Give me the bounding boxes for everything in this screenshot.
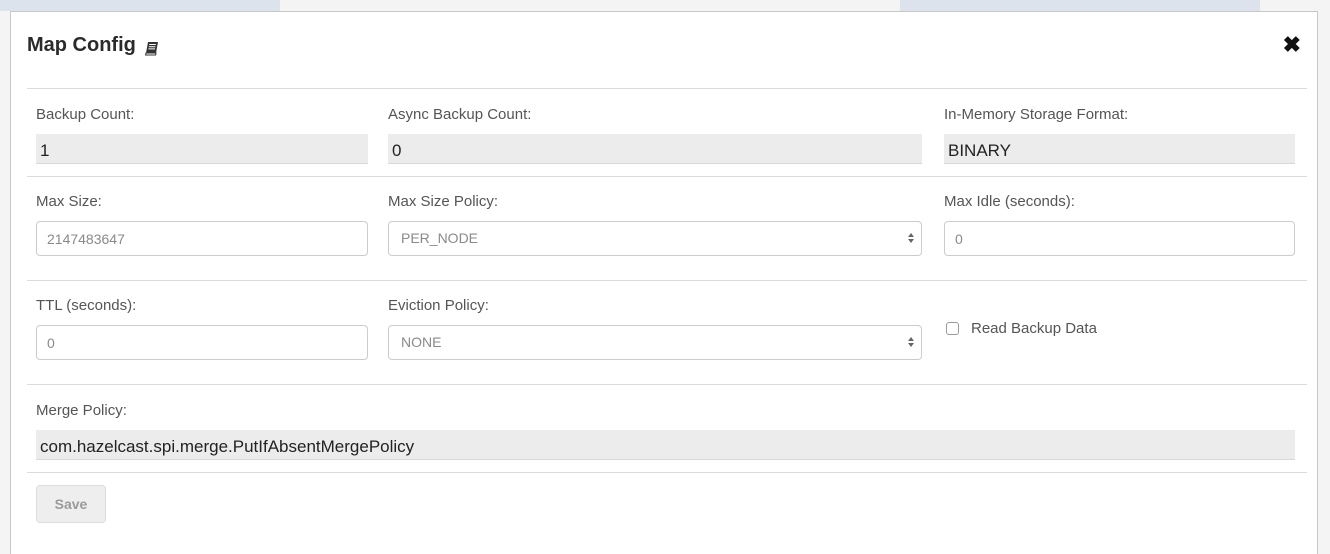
close-icon[interactable]: ✖ [1283,34,1301,56]
divider [27,280,1307,281]
eviction-policy-label: Eviction Policy: [388,297,489,314]
select-arrows-icon [908,233,914,243]
eviction-policy-value: NONE [401,334,442,350]
dialog-title: Map Config [27,34,160,57]
eviction-policy-select[interactable]: NONE [388,325,922,360]
read-backup-data-checkbox[interactable] [946,322,959,335]
backdrop-strip [900,0,1260,11]
dialog-header: Map Config ✖ [11,12,1317,82]
divider [27,176,1307,177]
book-icon[interactable] [144,39,160,55]
map-config-dialog: Map Config ✖ Backup Count: 1 Async Backu… [10,11,1318,554]
backup-count-value: 1 [36,134,368,164]
max-idle-input[interactable]: 0 [944,221,1295,256]
divider [27,384,1307,385]
max-idle-label: Max Idle (seconds): [944,193,1075,210]
max-size-policy-label: Max Size Policy: [388,193,499,210]
merge-policy-value: com.hazelcast.spi.merge.PutIfAbsentMerge… [36,430,1295,460]
max-size-policy-value: PER_NODE [401,230,479,246]
ttl-input[interactable]: 0 [36,325,368,360]
in-memory-format-value: BINARY [944,134,1295,164]
max-size-policy-select[interactable]: PER_NODE [388,221,922,256]
backup-count-label: Backup Count: [36,106,135,123]
divider [27,472,1307,473]
backdrop-strip [0,0,280,11]
merge-policy-label: Merge Policy: [36,402,127,419]
async-backup-count-value: 0 [388,134,922,164]
save-button[interactable]: Save [36,485,106,523]
max-size-input[interactable]: 2147483647 [36,221,368,256]
divider [27,88,1307,89]
ttl-label: TTL (seconds): [36,297,137,314]
read-backup-data-label[interactable]: Read Backup Data [971,320,1097,337]
async-backup-count-label: Async Backup Count: [388,106,532,123]
in-memory-format-label: In-Memory Storage Format: [944,106,1129,123]
select-arrows-icon [908,337,914,347]
max-size-label: Max Size: [36,193,102,210]
dialog-title-text: Map Config [27,34,136,56]
